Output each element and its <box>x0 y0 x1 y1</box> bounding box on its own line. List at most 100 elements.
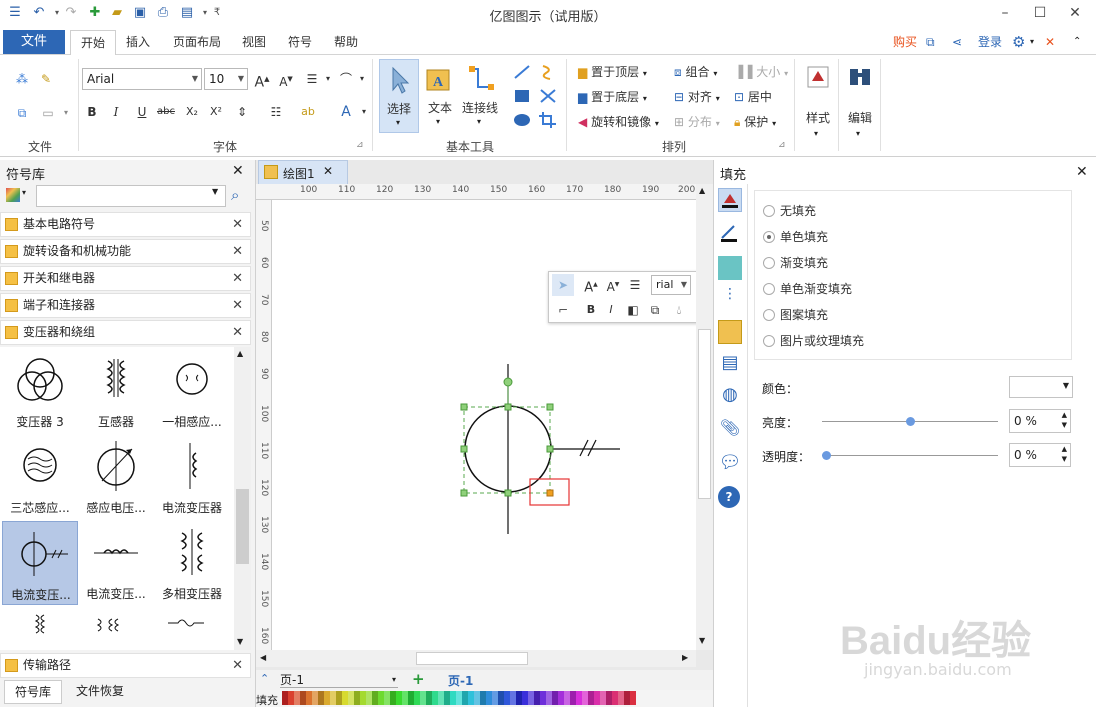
close-icon[interactable]: ✕ <box>232 654 243 677</box>
arrange-dialog-launcher-icon[interactable]: ⊿ <box>778 140 786 150</box>
symbol-current-transformer-selected[interactable]: 电流变压... <box>2 521 78 605</box>
tab-symbol-library[interactable]: 符号库 <box>4 680 62 704</box>
radio-no-fill[interactable]: 无填充 <box>763 203 816 219</box>
scroll-thumb[interactable] <box>236 489 249 564</box>
send-to-back-button[interactable]: ▆ 置于底层 ▾ <box>578 88 670 106</box>
close-icon[interactable]: ✕ <box>1076 164 1088 180</box>
line-tool-icon[interactable] <box>718 222 742 246</box>
mini-pointer-icon[interactable]: ➤ <box>552 274 574 296</box>
mini-fill-icon[interactable]: 💧︎ <box>669 300 689 320</box>
font-family-select[interactable]: Arial ▼ <box>82 68 202 90</box>
edit-button[interactable]: 编辑 ▾ <box>842 61 878 151</box>
tab-home[interactable]: 开始 <box>70 30 116 56</box>
category-rotating-equipment[interactable]: 旋转设备和机械功能 ✕ <box>0 239 251 264</box>
canvas-horizontal-scrollbar[interactable]: ◀ ▶ <box>256 650 696 667</box>
radio-solid-fill[interactable]: 单色填充 <box>763 229 828 245</box>
more-options-icon[interactable]: ⋮ <box>718 286 742 310</box>
category-transformers-windings[interactable]: 变压器和绕组 ✕ <box>0 320 251 345</box>
font-size-select[interactable]: 10 ▼ <box>204 68 248 90</box>
font-color-icon[interactable]: A <box>336 102 356 122</box>
tab-view[interactable]: 视图 <box>234 30 274 54</box>
minimize-button[interactable]: – <box>990 2 1020 24</box>
help-icon[interactable]: ? <box>718 486 740 508</box>
curve-shape-icon[interactable] <box>538 63 558 81</box>
scroll-right-icon[interactable]: ▶ <box>682 653 688 662</box>
tab-help[interactable]: 帮助 <box>326 30 366 54</box>
distribute-button[interactable]: ⊞ 分布 ▾ <box>674 113 734 131</box>
comment-icon[interactable]: 💬︎ <box>718 452 742 476</box>
current-transformer-shape[interactable] <box>452 360 632 540</box>
mini-shrink-font-icon[interactable]: A▼ <box>603 275 623 295</box>
bold-icon[interactable]: B <box>82 102 102 122</box>
symbol-three-core-induction[interactable]: 三芯感应... <box>2 435 78 519</box>
brightness-slider-thumb[interactable] <box>906 417 915 426</box>
drawing-page[interactable]: ➤ A▲ A▼ ☰ rial▼ ✐ ✕ ⌐ B I ◧ ⧉ 💧︎ ✎ <box>272 200 696 650</box>
transparency-spinner[interactable]: 0 % ▲ ▼ <box>1009 443 1071 467</box>
globe-icon[interactable]: ◍ <box>718 384 742 408</box>
scroll-up-icon[interactable]: ▲ <box>699 186 705 195</box>
strikethrough-icon[interactable]: abc <box>156 102 176 122</box>
shadow-tool-icon[interactable] <box>718 256 742 280</box>
size-button[interactable]: ▐▐ 大小 ▾ <box>734 63 790 81</box>
category-transmission-path[interactable]: 传输路径 ✕ <box>0 653 251 678</box>
font-dialog-launcher-icon[interactable]: ⊿ <box>356 140 364 150</box>
ellipse-shape-icon[interactable] <box>512 111 532 129</box>
scroll-up-icon[interactable]: ▲ <box>237 349 243 358</box>
search-icon[interactable]: ⌕ <box>231 186 239 204</box>
line-spacing-icon[interactable]: ⇕ <box>232 102 252 122</box>
connector-tool-button[interactable]: 连接线 ▾ <box>460 59 500 133</box>
cross-point-icon[interactable] <box>538 87 558 105</box>
subscript-icon[interactable]: X₂ <box>182 102 202 122</box>
align-dropdown-icon[interactable]: ▾ <box>318 69 338 89</box>
grow-font-icon[interactable]: A▲ <box>252 69 272 91</box>
center-button[interactable]: ⊡ 居中 <box>734 88 790 106</box>
canvas-vertical-scrollbar[interactable]: ▲ ▼ <box>696 184 713 650</box>
maximize-button[interactable]: ☐ <box>1025 2 1055 24</box>
settings-dropdown-icon[interactable]: ▾ <box>1030 32 1034 52</box>
close-icon[interactable]: ✕ <box>232 267 243 290</box>
symbol-scrollbar[interactable]: ▲ ▼ <box>234 347 251 650</box>
text-tool-button[interactable]: A 文本 ▾ <box>422 59 458 133</box>
rotate-mirror-button[interactable]: ◀ 旋转和镜像 ▾ <box>578 113 670 131</box>
symbol-polyphase-transformer[interactable]: 多相变压器 <box>154 521 230 605</box>
page-tab-1[interactable]: 页-1 <box>448 672 473 689</box>
select-tool-button[interactable]: 选择 ▾ <box>379 59 419 133</box>
tab-file-recovery[interactable]: 文件恢复 <box>68 680 132 704</box>
symbol-mutual-inductor[interactable]: 互感器 <box>78 349 154 433</box>
brand-x-icon[interactable]: ✕ <box>1045 32 1055 52</box>
paste-icon[interactable]: ▭ <box>38 103 58 123</box>
align-button[interactable]: ⊟ 对齐 ▾ <box>674 88 734 106</box>
file-menu-button[interactable]: 文件 <box>3 30 65 54</box>
collapse-ribbon-icon[interactable]: ⌃ <box>1073 32 1081 52</box>
category-basic-circuit[interactable]: 基本电路符号 ✕ <box>0 212 251 237</box>
close-icon[interactable]: ✕ <box>232 321 243 344</box>
paintbrush-icon[interactable]: ✎ <box>36 69 56 89</box>
direction-dropdown-icon[interactable]: ▾ <box>352 69 372 89</box>
close-icon[interactable]: ✕ <box>232 294 243 317</box>
format-painter-icon[interactable]: ⁂ <box>12 69 32 89</box>
paste-dropdown-icon[interactable]: ▾ <box>56 103 76 123</box>
bullets-icon[interactable]: ☷ <box>266 102 286 122</box>
superscript-icon[interactable]: X² <box>206 102 226 122</box>
add-page-icon[interactable]: + <box>412 670 425 688</box>
symbol-transformer-3[interactable]: 变压器 3 <box>2 349 78 433</box>
transparency-slider-track[interactable] <box>822 455 998 456</box>
tab-drawing-1[interactable]: 绘图1 ✕ <box>258 160 348 184</box>
fill-tool-icon[interactable] <box>718 188 742 212</box>
scroll-left-icon[interactable]: ◀ <box>260 653 266 662</box>
spinner-arrows-icon[interactable]: ▲ ▼ <box>1062 444 1067 464</box>
close-icon[interactable]: ✕ <box>232 163 244 179</box>
symbol-single-phase-induction[interactable]: 一相感应... <box>154 349 230 433</box>
library-dropdown-icon[interactable]: ▾ <box>22 188 26 197</box>
radio-mono-gradient-fill[interactable]: 单色渐变填充 <box>763 281 852 297</box>
login-link[interactable]: 登录 <box>978 32 1002 52</box>
italic-icon[interactable]: I <box>106 102 126 122</box>
symbol-current-transformer-2[interactable]: 电流变压... <box>78 521 154 605</box>
tab-page-layout[interactable]: 页面布局 <box>166 30 228 54</box>
share-icon[interactable]: ⋖ <box>952 32 962 52</box>
bring-to-front-button[interactable]: ▆ 置于顶层 ▾ <box>578 63 670 81</box>
palette-swatch[interactable] <box>630 691 636 705</box>
chevron-down-icon[interactable]: ▼ <box>212 187 218 196</box>
font-color-dropdown-icon[interactable]: ▾ <box>354 102 374 122</box>
copy-icon[interactable]: ⧉ <box>12 103 32 123</box>
